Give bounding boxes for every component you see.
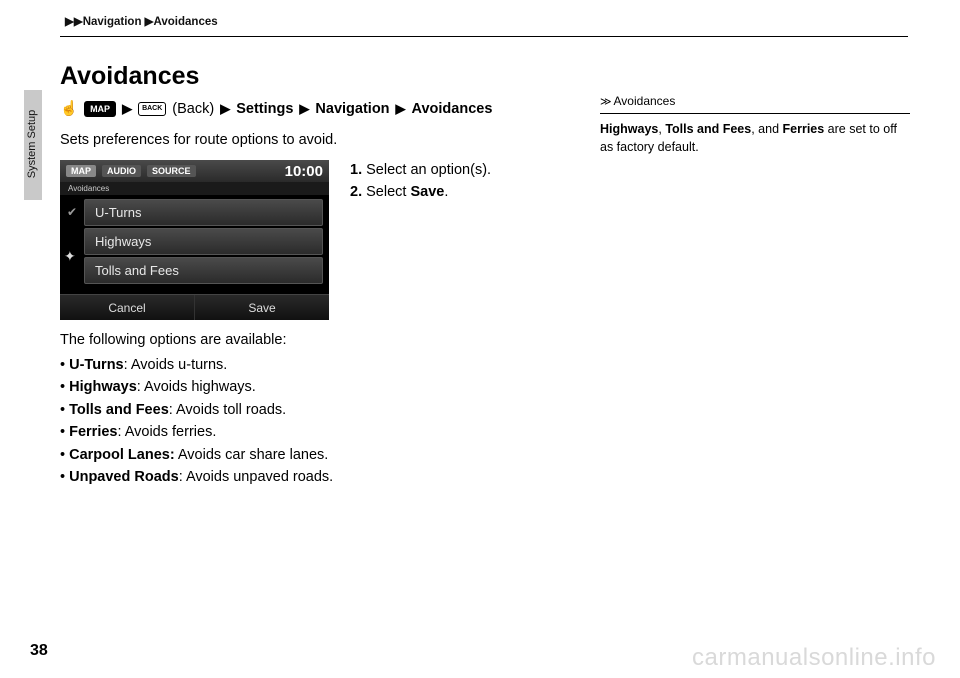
steps-list: 1. Select an option(s). 2. Select Save. [350,160,491,204]
option-rest: : Avoids highways. [137,379,256,395]
note-bold: Ferries [783,122,825,136]
page-number: 38 [30,642,48,660]
watermark: carmanualsonline.info [692,644,936,672]
section-tab-label: System Setup [26,110,38,178]
screen-crumb: Avoidances [60,182,329,195]
option-item: Unpaved Roads: Avoids unpaved roads. [60,466,333,488]
intro-text: Sets preferences for route options to av… [60,132,337,148]
option-bold: Unpaved Roads [69,469,179,485]
step-text: . [444,184,448,200]
back-button-chip: BACK [138,102,166,116]
step-bold: Save [410,184,444,200]
note-head-text: Avoidances [614,94,676,108]
screen-cancel: Cancel [60,295,195,320]
section-tab: System Setup [24,90,42,200]
option-bold: Highways [69,379,137,395]
screen-clock: 10:00 [285,163,323,180]
arrow-icon: ▶ [396,101,406,117]
option-rest: Avoids car share lanes. [175,447,329,463]
screen-tab-audio: AUDIO [102,165,141,177]
step-number: 2. [350,184,362,200]
step-1: 1. Select an option(s). [350,160,491,182]
options-intro: The following options are available: [60,332,287,348]
screen-topbar: MAP AUDIO SOURCE 10:00 [60,160,329,182]
scroll-down-icon: ✦ [64,248,76,265]
option-item: U-Turns: Avoids u-turns. [60,354,333,376]
path-avoidances: Avoidances [412,101,493,117]
list-item: Tolls and Fees [84,257,323,284]
note-text: , and [751,122,782,136]
screen-save: Save [195,295,329,320]
screen-bottombar: Cancel Save [60,294,329,320]
option-rest: : Avoids toll roads. [169,402,286,418]
note-bold: Tolls and Fees [665,122,751,136]
note-icon: ≫ [600,96,612,108]
option-bold: Carpool Lanes: [69,447,175,463]
breadcrumb: ▶▶Navigation ▶Avoidances [65,14,218,28]
note-heading: ≫Avoidances [600,92,910,114]
arrow-icon: ▶ [299,101,309,117]
arrow-icon: ▶ [122,101,132,117]
option-bold: Ferries [69,424,117,440]
list-item: U-Turns [84,199,323,226]
arrow-icon: ▶ [220,101,230,117]
list-item: Highways [84,228,323,255]
option-item: Highways: Avoids highways. [60,376,333,398]
note-body: Highways, Tolls and Fees, and Ferries ar… [600,120,910,158]
header-rule [60,36,908,37]
screen-tab-source: SOURCE [147,165,196,177]
path-navigation: Navigation [315,101,389,117]
finger-icon: ☝ [60,100,78,117]
option-item: Carpool Lanes: Avoids car share lanes. [60,444,333,466]
option-rest: : Avoids u-turns. [124,357,228,373]
note-bold: Highways [600,122,658,136]
option-bold: U-Turns [69,357,124,373]
option-bold: Tolls and Fees [69,402,169,418]
page-title: Avoidances [60,62,199,91]
back-text: (Back) [172,101,214,117]
step-number: 1. [350,162,362,178]
step-text: Select [366,184,410,200]
screen-tab-map: MAP [66,165,96,177]
step-2: 2. Select Save. [350,182,491,204]
option-rest: : Avoids ferries. [117,424,216,440]
step-text: Select an option(s). [366,162,491,178]
path-settings: Settings [236,101,293,117]
option-rest: : Avoids unpaved roads. [179,469,334,485]
option-item: Tolls and Fees: Avoids toll roads. [60,399,333,421]
nav-path: ☝ MAP ▶ BACK (Back) ▶ Settings ▶ Navigat… [60,100,492,117]
side-note: ≫Avoidances Highways, Tolls and Fees, an… [600,92,910,157]
option-item: Ferries: Avoids ferries. [60,421,333,443]
screen-list: U-Turns Highways Tolls and Fees [60,195,329,288]
map-button-chip: MAP [84,101,116,117]
options-list: U-Turns: Avoids u-turns. Highways: Avoid… [60,354,333,489]
screenshot-mock: MAP AUDIO SOURCE 10:00 Avoidances U-Turn… [60,160,329,320]
